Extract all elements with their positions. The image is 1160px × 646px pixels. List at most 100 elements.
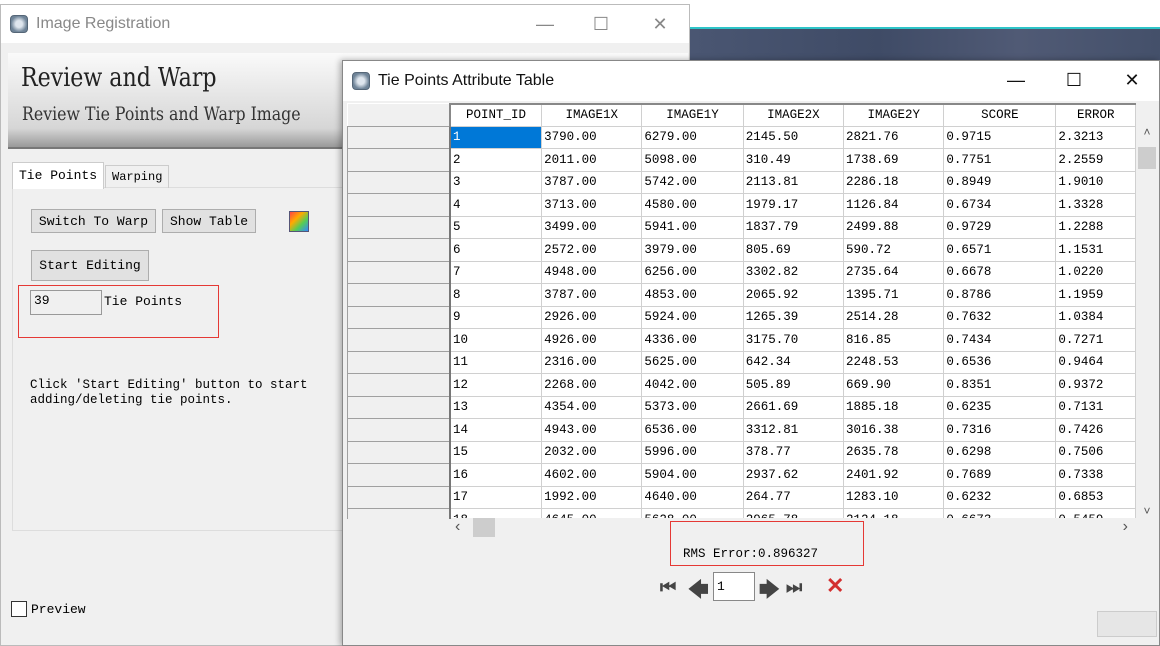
row-header[interactable] <box>347 508 451 519</box>
table-cell[interactable]: 0.7338 <box>1055 463 1136 487</box>
row-header[interactable] <box>347 148 451 172</box>
table-cell[interactable]: 1395.71 <box>843 283 945 307</box>
table-cell[interactable]: 590.72 <box>843 238 945 262</box>
table-cell[interactable]: 5904.00 <box>641 463 744 487</box>
table-cell[interactable]: 9 <box>449 305 543 329</box>
table-cell[interactable]: 669.90 <box>843 373 945 397</box>
previous-record-icon[interactable]: 🡄 <box>688 575 709 609</box>
table-cell[interactable]: 310.49 <box>742 148 845 172</box>
table-row[interactable]: 6 2572.00 3979.00 805.69 590.72 0.6571 1.1531 <box>347 238 1136 262</box>
table-cell[interactable]: 3790.00 <box>541 125 643 149</box>
table-cell[interactable]: 1738.69 <box>843 148 945 172</box>
table-cell[interactable]: 3787.00 <box>541 283 643 307</box>
table-cell[interactable]: 4602.00 <box>541 463 643 487</box>
table-cell[interactable]: 3499.00 <box>541 215 643 239</box>
row-header[interactable] <box>347 395 451 419</box>
table-cell[interactable]: 1885.18 <box>843 395 945 419</box>
table-cell[interactable]: 0.9464 <box>1055 350 1136 374</box>
table-cell[interactable]: 1.0220 <box>1055 260 1136 284</box>
table-cell[interactable]: 0.7751 <box>943 148 1057 172</box>
table-cell[interactable]: 4580.00 <box>641 193 744 217</box>
table-cell[interactable]: 642.34 <box>742 350 845 374</box>
table-cell[interactable]: 12 <box>449 373 543 397</box>
next-record-icon[interactable]: 🡆 <box>759 575 780 609</box>
table-cell[interactable]: 1.9010 <box>1055 170 1136 194</box>
table-cell[interactable]: 6256.00 <box>641 260 744 284</box>
table-cell[interactable]: 2499.88 <box>843 215 945 239</box>
table-row[interactable]: 1 3790.00 6279.00 2145.50 2821.76 0.9715 2.321… <box>347 125 1136 149</box>
table-cell[interactable]: 17 <box>449 485 543 509</box>
table-cell[interactable]: 2145.50 <box>742 125 845 149</box>
table-cell[interactable]: 0.9729 <box>943 215 1057 239</box>
table-row[interactable]: 3 3787.00 5742.00 2113.81 2286.18 0.8949 1.901… <box>347 170 1136 194</box>
table-cell[interactable]: 4853.00 <box>641 283 744 307</box>
show-table-button[interactable]: Show Table <box>162 209 256 233</box>
table-cell[interactable]: 0.7506 <box>1055 440 1136 464</box>
table-cell[interactable]: 6536.00 <box>641 418 744 442</box>
table-cell[interactable]: 0.6536 <box>943 350 1057 374</box>
table-cell[interactable]: 2401.92 <box>843 463 945 487</box>
table-cell[interactable]: 0.8351 <box>943 373 1057 397</box>
row-header[interactable] <box>347 260 451 284</box>
table-cell[interactable]: 4943.00 <box>541 418 643 442</box>
table-cell[interactable]: 5373.00 <box>641 395 744 419</box>
table-cell[interactable]: 816.85 <box>843 328 945 352</box>
table-cell[interactable]: 3016.38 <box>843 418 945 442</box>
table-cell[interactable]: 805.69 <box>742 238 845 262</box>
table-cell[interactable]: 1.2288 <box>1055 215 1136 239</box>
table-cell[interactable]: 2572.00 <box>541 238 643 262</box>
table-cell[interactable]: 3787.00 <box>541 170 643 194</box>
table-cell[interactable]: 0.7632 <box>943 305 1057 329</box>
table-cell[interactable]: 1992.00 <box>541 485 643 509</box>
table-cell[interactable]: 4 <box>449 193 543 217</box>
table-cell[interactable]: 5742.00 <box>641 170 744 194</box>
minimize-button[interactable]: — <box>987 61 1045 99</box>
table-cell[interactable]: 1283.10 <box>843 485 945 509</box>
table-cell[interactable]: 2635.78 <box>843 440 945 464</box>
table-cell[interactable]: 264.77 <box>742 485 845 509</box>
table-cell[interactable]: 3302.82 <box>742 260 845 284</box>
column-header-score[interactable]: SCORE <box>943 103 1057 127</box>
table-cell[interactable]: 13 <box>449 395 543 419</box>
table-row[interactable]: 13 4354.00 5373.00 2661.69 1885.18 0.6235 0.71… <box>347 395 1136 419</box>
table-cell[interactable]: 8 <box>449 283 543 307</box>
table-cell[interactable]: 0.8949 <box>943 170 1057 194</box>
table-cell[interactable]: 2113.81 <box>742 170 845 194</box>
vertical-scrollbar[interactable]: ˄ ˅ <box>1136 125 1158 518</box>
table-row[interactable]: 4 3713.00 4580.00 1979.17 1126.84 0.6734 1.332… <box>347 193 1136 217</box>
table-cell[interactable]: 4042.00 <box>641 373 744 397</box>
table-cell[interactable]: 5 <box>449 215 543 239</box>
table-cell[interactable]: 0.6232 <box>943 485 1057 509</box>
table-row[interactable]: 12 2268.00 4042.00 505.89 669.90 0.8351 0.9372 <box>347 373 1136 397</box>
table-cell[interactable]: 4948.00 <box>541 260 643 284</box>
table-cell[interactable]: 14 <box>449 418 543 442</box>
table-row[interactable]: 5 3499.00 5941.00 1837.79 2499.88 0.9729 1.228… <box>347 215 1136 239</box>
table-cell[interactable]: 0.6853 <box>1055 485 1136 509</box>
table-cell[interactable]: 1126.84 <box>843 193 945 217</box>
table-cell[interactable]: 0.7316 <box>943 418 1057 442</box>
table-cell[interactable]: 2514.28 <box>843 305 945 329</box>
table-cell[interactable]: 3 <box>449 170 543 194</box>
table-row[interactable]: 17 1992.00 4640.00 264.77 1283.10 0.6232 0.685… <box>347 485 1136 509</box>
row-header[interactable] <box>347 463 451 487</box>
table-cell[interactable]: 0.6298 <box>943 440 1057 464</box>
table-row[interactable]: 8 3787.00 4853.00 2065.92 1395.71 0.8786 1.195… <box>347 283 1136 307</box>
table-row[interactable]: 7 4948.00 6256.00 3302.82 2735.64 0.6678 1.022… <box>347 260 1136 284</box>
column-header-image2x[interactable]: IMAGE2X <box>742 103 845 127</box>
minimize-button[interactable]: — <box>516 5 574 43</box>
scroll-right-button[interactable]: › <box>1123 518 1128 536</box>
scroll-left-button[interactable]: ‹ <box>455 518 460 536</box>
row-header[interactable] <box>347 485 451 509</box>
table-cell[interactable]: 2316.00 <box>541 350 643 374</box>
table-cell[interactable]: 3713.00 <box>541 193 643 217</box>
table-cell[interactable]: 2286.18 <box>843 170 945 194</box>
switch-to-warp-button[interactable]: Switch To Warp <box>31 209 156 233</box>
table-cell[interactable]: 6279.00 <box>641 125 744 149</box>
table-cell[interactable]: 11 <box>449 350 543 374</box>
column-header-point-id[interactable]: POINT_ID <box>449 103 543 127</box>
row-header[interactable] <box>347 328 451 352</box>
table-cell[interactable]: 2032.00 <box>541 440 643 464</box>
row-header[interactable] <box>347 418 451 442</box>
table-cell[interactable]: 505.89 <box>742 373 845 397</box>
table-cell[interactable]: 5924.00 <box>641 305 744 329</box>
